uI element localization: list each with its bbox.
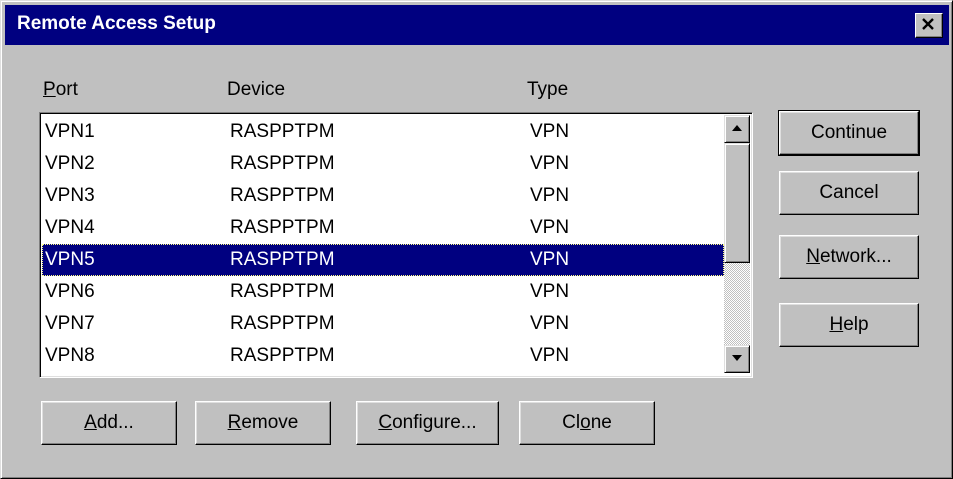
type-cell: VPN bbox=[530, 249, 570, 270]
list-item[interactable]: VPN1 RASPPTPM VPN bbox=[42, 116, 724, 148]
configure-label: Configure... bbox=[378, 412, 477, 433]
continue-button[interactable]: Continue bbox=[778, 110, 920, 156]
continue-label: Continue bbox=[810, 122, 888, 143]
port-cell: VPN2 bbox=[45, 153, 95, 174]
device-cell: RASPPTPM bbox=[230, 345, 335, 366]
device-cell: RASPPTPM bbox=[230, 185, 335, 206]
device-cell: RASPPTPM bbox=[230, 281, 335, 302]
type-cell: VPN bbox=[530, 281, 570, 302]
port-cell: VPN6 bbox=[45, 281, 95, 302]
scroll-down-button[interactable] bbox=[724, 345, 750, 373]
cancel-button[interactable]: Cancel bbox=[779, 171, 919, 215]
port-list[interactable]: VPN1 RASPPTPM VPN VPN2 RASPPTPM VPN VPN3… bbox=[39, 112, 753, 378]
column-header-port: Port bbox=[43, 79, 78, 100]
type-cell: VPN bbox=[530, 121, 570, 142]
configure-button[interactable]: Configure... bbox=[356, 401, 499, 445]
port-cell: VPN5 bbox=[45, 249, 95, 270]
vertical-scrollbar[interactable] bbox=[724, 115, 750, 373]
list-item[interactable]: VPN2 RASPPTPM VPN bbox=[42, 148, 724, 180]
title-bar[interactable]: Remote Access Setup bbox=[5, 5, 949, 45]
port-cell: VPN8 bbox=[45, 345, 95, 366]
network-button[interactable]: Network... bbox=[779, 235, 919, 279]
remote-access-setup-dialog: Remote Access Setup Port Device Type VPN… bbox=[0, 0, 953, 479]
list-item[interactable]: VPN4 RASPPTPM VPN bbox=[42, 212, 724, 244]
column-header-device: Device bbox=[227, 79, 286, 100]
list-item[interactable]: VPN7 RASPPTPM VPN bbox=[42, 308, 724, 340]
add-button[interactable]: Add... bbox=[41, 401, 177, 445]
port-cell: VPN3 bbox=[45, 185, 95, 206]
type-cell: VPN bbox=[530, 313, 570, 334]
clone-label: Clone bbox=[562, 412, 612, 433]
scroll-up-button[interactable] bbox=[724, 115, 750, 143]
help-label: Help bbox=[829, 314, 869, 335]
scrollbar-thumb[interactable] bbox=[724, 143, 750, 263]
help-button[interactable]: Help bbox=[779, 303, 919, 347]
device-cell: RASPPTPM bbox=[230, 217, 335, 238]
list-item[interactable]: VPN3 RASPPTPM VPN bbox=[42, 180, 724, 212]
cancel-label: Cancel bbox=[819, 182, 879, 203]
list-item[interactable]: VPN8 RASPPTPM VPN bbox=[42, 340, 724, 372]
add-label: Add... bbox=[84, 412, 134, 433]
close-icon bbox=[922, 18, 934, 30]
type-cell: VPN bbox=[530, 153, 570, 174]
remove-label: Remove bbox=[227, 412, 299, 433]
type-cell: VPN bbox=[530, 185, 570, 206]
list-item[interactable]: VPN6 RASPPTPM VPN bbox=[42, 276, 724, 308]
network-label: Network... bbox=[806, 246, 892, 267]
close-button[interactable] bbox=[915, 13, 943, 38]
port-cell: VPN1 bbox=[45, 121, 95, 142]
arrow-up-icon bbox=[732, 125, 742, 131]
remove-button[interactable]: Remove bbox=[195, 401, 331, 445]
arrow-down-icon bbox=[732, 355, 742, 361]
port-cell: VPN4 bbox=[45, 217, 95, 238]
window-title: Remote Access Setup bbox=[17, 13, 216, 34]
type-cell: VPN bbox=[530, 217, 570, 238]
type-cell: VPN bbox=[530, 345, 570, 366]
port-cell: VPN7 bbox=[45, 313, 95, 334]
device-cell: RASPPTPM bbox=[230, 313, 335, 334]
list-item-selected[interactable]: VPN5 RASPPTPM VPN bbox=[42, 244, 724, 276]
device-cell: RASPPTPM bbox=[230, 249, 335, 270]
device-cell: RASPPTPM bbox=[230, 121, 335, 142]
column-header-type: Type bbox=[527, 79, 569, 100]
port-rows: VPN1 RASPPTPM VPN VPN2 RASPPTPM VPN VPN3… bbox=[42, 116, 724, 372]
clone-button[interactable]: Clone bbox=[519, 401, 655, 445]
device-cell: RASPPTPM bbox=[230, 153, 335, 174]
